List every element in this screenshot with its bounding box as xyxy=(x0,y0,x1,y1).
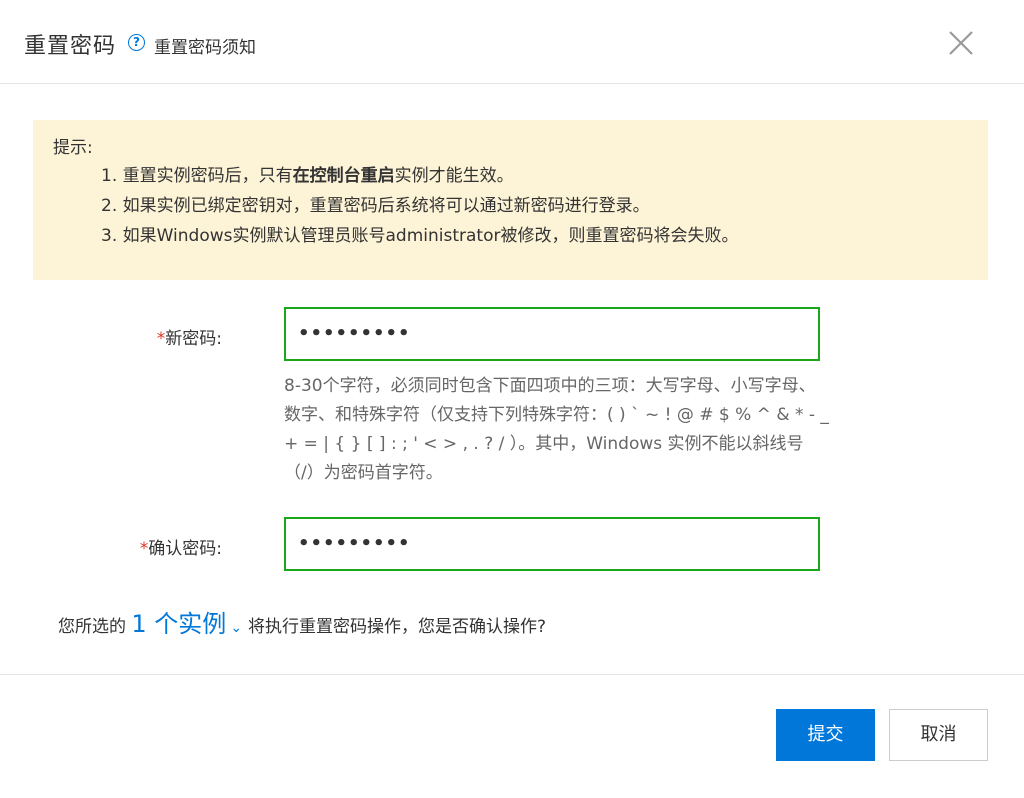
new-password-label-text: 新密码: xyxy=(165,329,222,349)
notice-line-2: 2. 如果实例已绑定密钥对，重置密码后系统将可以通过新密码进行登录。 xyxy=(101,196,650,216)
chevron-down-icon[interactable]: ⌄ xyxy=(230,620,242,636)
confirm-password-label: *确认密码: xyxy=(90,534,222,559)
instances-link[interactable]: 1 个实例 xyxy=(131,610,226,638)
notice-line-1: 1. 重置实例密码后，只有在控制台重启实例才能生效。 xyxy=(53,161,968,191)
notice-line-1-suffix: 实例才能生效。 xyxy=(394,166,514,186)
close-icon[interactable] xyxy=(944,26,978,60)
notice-line-1-prefix: 1. 重置实例密码后，只有 xyxy=(101,166,293,186)
dialog-header: 重置密码 ? 重置密码须知 xyxy=(0,0,1024,84)
submit-button[interactable]: 提交 xyxy=(776,709,875,761)
new-password-input[interactable]: ••••••••• xyxy=(284,307,820,361)
confirm-password-input[interactable]: ••••••••• xyxy=(284,517,820,571)
question-circle-icon[interactable]: ? xyxy=(128,34,145,51)
password-rules-hint: 8-30个字符，必须同时包含下面四项中的三项：大写字母、小写字母、数字、和特殊字… xyxy=(284,376,829,483)
notice-line-3: 3. 如果Windows实例默认管理员账号administrator被修改，则重… xyxy=(101,226,739,246)
required-mark: * xyxy=(156,329,166,349)
notice-title: 提示: xyxy=(53,138,93,158)
notice-box: 提示: 1. 重置实例密码后，只有在控制台重启实例才能生效。 2. 如果实例已绑… xyxy=(33,120,988,280)
notice-line-1-bold: 在控制台重启 xyxy=(292,166,395,186)
required-mark: * xyxy=(139,539,149,559)
help-link[interactable]: 重置密码须知 xyxy=(154,33,256,58)
new-password-label: *新密码: xyxy=(100,324,222,349)
confirm-suffix: 将执行重置密码操作，您是否确认操作? xyxy=(248,617,547,637)
dialog-title: 重置密码 xyxy=(24,34,117,59)
confirm-message: 您所选的 1 个实例 ⌄ 将执行重置密码操作，您是否确认操作? xyxy=(58,604,546,639)
cancel-button[interactable]: 取消 xyxy=(889,709,988,761)
reset-password-dialog: 重置密码 ? 重置密码须知 提示: 1. 重置实例密码后，只有在控制台重启实例才… xyxy=(0,0,1024,798)
confirm-prefix: 您所选的 xyxy=(58,617,126,637)
confirm-password-label-text: 确认密码: xyxy=(148,539,222,559)
